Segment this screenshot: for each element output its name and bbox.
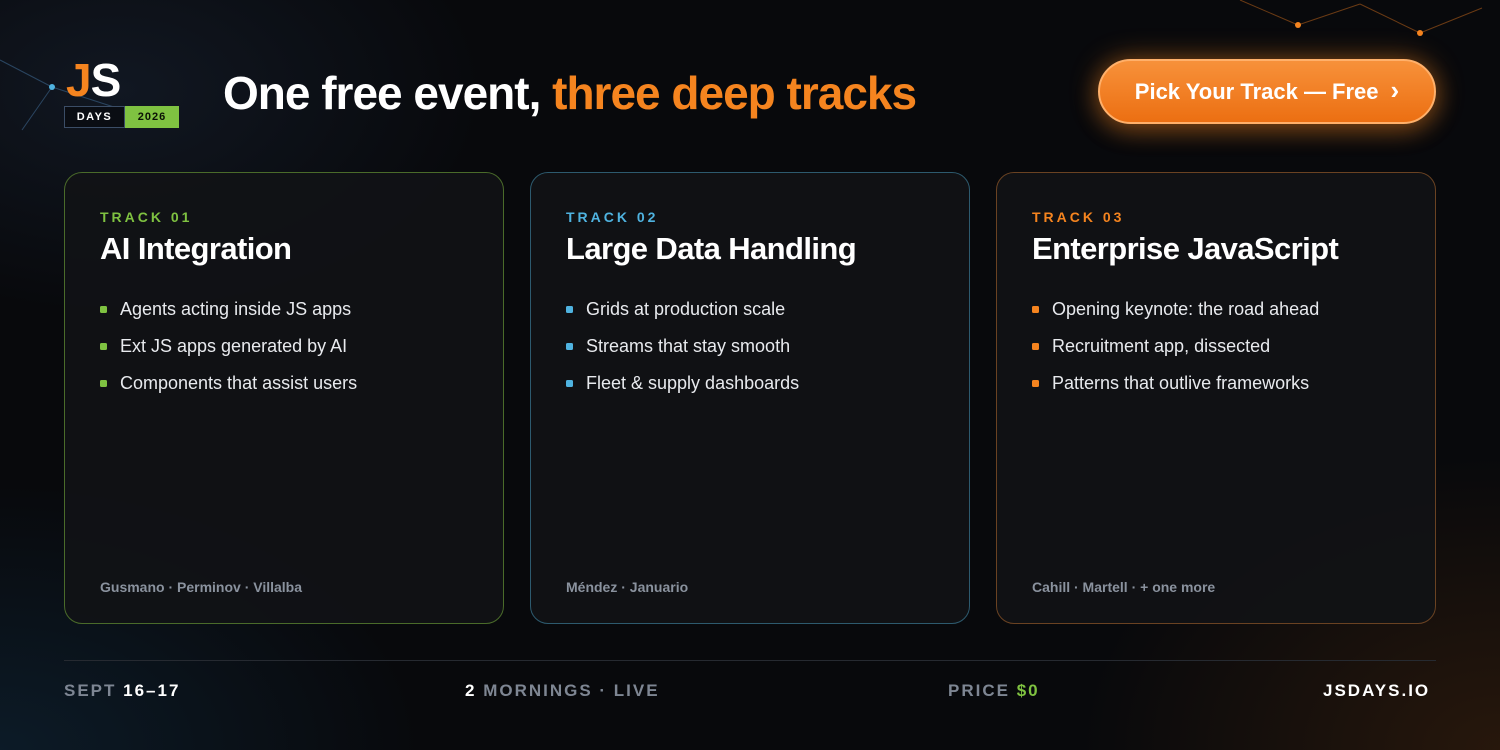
track-label: TRACK 02 xyxy=(566,209,659,225)
track-topic: Recruitment app, dissected xyxy=(1032,328,1319,365)
headline-accent: three deep tracks xyxy=(552,67,917,119)
page-headline: One free event, three deep tracks xyxy=(223,66,917,120)
price-value: $0 xyxy=(1016,681,1040,700)
track-card-enterprise-js[interactable]: TRACK 03 Enterprise JavaScript Opening k… xyxy=(996,172,1436,624)
track-label: TRACK 03 xyxy=(1032,209,1125,225)
track-speakers: Gusmano · Perminov · Villalba xyxy=(100,579,303,595)
logo-j: J xyxy=(66,54,92,106)
network-decoration-right xyxy=(1239,0,1483,36)
logo-s: S xyxy=(90,54,122,106)
topic-text: Components that assist users xyxy=(120,373,358,393)
topic-text: Opening keynote: the road ahead xyxy=(1052,299,1320,319)
track-topic: Ext JS apps generated by AI xyxy=(100,328,357,365)
track-title: Enterprise JavaScript xyxy=(1032,231,1339,266)
track-topic: Opening keynote: the road ahead xyxy=(1032,291,1319,328)
format-label: MORNINGS · LIVE xyxy=(476,681,660,700)
track-card-ai-integration[interactable]: TRACK 01 AI Integration Agents acting in… xyxy=(64,172,504,624)
format-value: 2 xyxy=(465,681,477,700)
bullet-icon xyxy=(566,380,573,387)
track-speakers: Méndez · Januario xyxy=(566,579,689,595)
bullet-icon xyxy=(100,343,107,350)
price-label: PRICE xyxy=(948,681,1017,700)
topic-text: Agents acting inside JS apps xyxy=(120,299,352,319)
track-topic: Streams that stay smooth xyxy=(566,328,799,365)
bullet-icon xyxy=(100,306,107,313)
track-topics: Grids at production scale Streams that s… xyxy=(566,291,799,402)
track-label: TRACK 01 xyxy=(100,209,193,225)
track-topic: Patterns that outlive frameworks xyxy=(1032,365,1319,402)
jsdays-logo[interactable]: JS DAYS 2026 xyxy=(64,56,180,128)
chevron-right-icon: › xyxy=(1390,75,1400,105)
cta-label: Pick Your Track — Free xyxy=(1134,78,1379,104)
topic-text: Recruitment app, dissected xyxy=(1052,336,1271,356)
topic-text: Grids at production scale xyxy=(586,299,786,319)
bullet-icon xyxy=(1032,380,1039,387)
track-card-large-data[interactable]: TRACK 02 Large Data Handling Grids at pr… xyxy=(530,172,970,624)
track-topics: Opening keynote: the road ahead Recruitm… xyxy=(1032,291,1319,402)
pick-track-button[interactable]: Pick Your Track — Free › xyxy=(1098,59,1436,124)
site-link[interactable]: JSDAYS.IO xyxy=(1323,681,1430,701)
date-label: SEPT xyxy=(64,681,124,700)
track-title: Large Data Handling xyxy=(566,231,857,266)
track-topics: Agents acting inside JS apps Ext JS apps… xyxy=(100,291,357,402)
bullet-icon xyxy=(566,306,573,313)
logo-wordmark: JS xyxy=(66,54,122,106)
track-title: AI Integration xyxy=(100,231,292,266)
topic-text: Fleet & supply dashboards xyxy=(586,373,800,393)
bullet-icon xyxy=(1032,343,1039,350)
bullet-icon xyxy=(1032,306,1039,313)
track-topic: Fleet & supply dashboards xyxy=(566,365,799,402)
track-topic: Grids at production scale xyxy=(566,291,799,328)
logo-days-label: DAYS xyxy=(64,106,125,128)
event-dates: SEPT 16–17 xyxy=(64,681,180,701)
date-value: 16–17 xyxy=(123,681,181,700)
track-topic: Components that assist users xyxy=(100,365,357,402)
bullet-icon xyxy=(100,380,107,387)
logo-year-badge: 2026 xyxy=(125,106,179,128)
topic-text: Ext JS apps generated by AI xyxy=(120,336,348,356)
track-speakers: Cahill · Martell · + one more xyxy=(1032,579,1216,595)
footer-divider xyxy=(64,660,1436,661)
event-format: 2 MORNINGS · LIVE xyxy=(465,681,660,701)
track-topic: Agents acting inside JS apps xyxy=(100,291,357,328)
bullet-icon xyxy=(566,343,573,350)
event-price: PRICE $0 xyxy=(948,681,1040,701)
topic-text: Streams that stay smooth xyxy=(586,336,791,356)
topic-text: Patterns that outlive frameworks xyxy=(1052,373,1310,393)
headline-lead: One free event, xyxy=(223,67,553,119)
